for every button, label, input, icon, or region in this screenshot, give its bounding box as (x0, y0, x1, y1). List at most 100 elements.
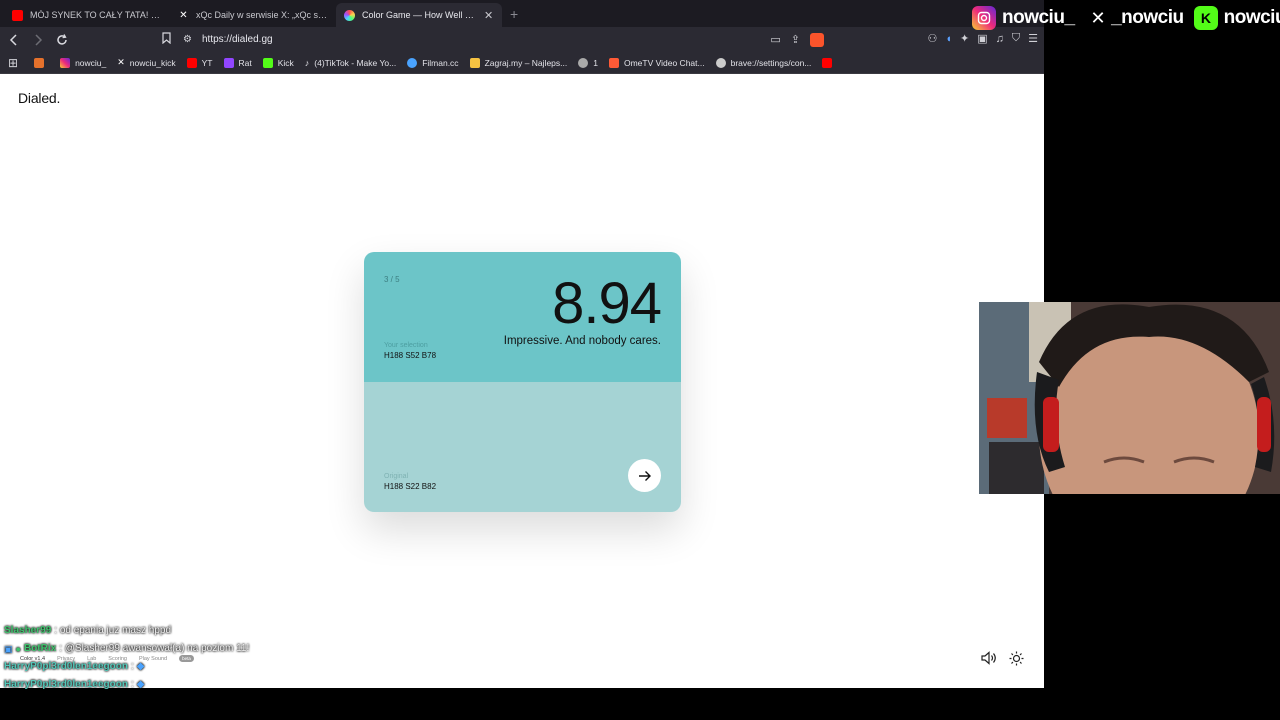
navigation-bar: ⚙ https://dialed.gg ▭ ⇪ ⚇ ◖ ✦ ▣ ♫ ⛉ ☰ (0, 27, 1044, 52)
kick-handle: nowciu (1223, 7, 1280, 28)
badge-icon: ● (15, 644, 21, 654)
chat-message: Slasher99 : od epania juz masz hppd (4, 622, 249, 640)
chat-message: HarryP0pl3rd0len1eegoon : ◆ (4, 658, 249, 676)
globe-icon (715, 57, 726, 68)
sidebar-icon[interactable]: ▣ (977, 32, 987, 45)
bookmarks-bar: ⊞ nowciu_ ✕ nowciu_kick YT Rat Kick ♪ (4)T… (0, 52, 1044, 74)
bookmark-youtube[interactable]: YT (186, 57, 213, 68)
share-icon[interactable]: ⇪ (791, 33, 800, 46)
url-text: https://dialed.gg (201, 34, 273, 45)
brave-shields-icon[interactable] (810, 32, 824, 47)
original-swatch: Original H188 S22 B82 (364, 382, 681, 512)
chat-text: : od epania juz masz hppd (54, 625, 172, 636)
x-handle: _nowciu (1111, 7, 1184, 28)
selection-swatch: 3 / 5 8.94 Impressive. And nobody cares.… (364, 252, 681, 382)
stream-chat-overlay: Slasher99 : od epania juz masz hppd ▣ ● … (4, 622, 249, 694)
speaker-icon (981, 651, 996, 665)
bookmark-icon[interactable] (162, 32, 171, 47)
site-settings-icon[interactable]: ⚙ (183, 34, 192, 45)
bookmark-brave-settings[interactable]: brave://settings/con... (715, 57, 811, 68)
page-controls (981, 651, 1024, 669)
bookmark-tiktok[interactable]: ♪ (4)TikTok - Make Yo... (305, 58, 396, 68)
chat-username: HarryP0pl3rd0len1eegoon (4, 679, 128, 690)
browser-window: MÓJ SYNEK TO CAŁY TATA! - YouTube ✕ xQc … (0, 0, 1044, 688)
tab-x[interactable]: ✕ xQc Daily w serwisie X: „xQc shows o (170, 3, 336, 27)
bookmark-favicon-icon (34, 57, 45, 68)
bookmark-filman[interactable]: Filman.cc (407, 57, 459, 68)
score-feedback: Impressive. And nobody cares. (503, 335, 661, 347)
webcam-feed (979, 302, 1280, 494)
selection-value: H188 S52 B78 (384, 351, 437, 360)
bookmark-item[interactable]: 1 (578, 57, 598, 68)
webcam-image (979, 302, 1280, 494)
youtube-favicon-icon (12, 9, 23, 21)
bookmark-item[interactable] (34, 57, 49, 68)
forward-button[interactable] (28, 30, 48, 50)
instagram-icon (972, 6, 996, 30)
bookmark-youtube-2[interactable] (822, 57, 837, 68)
chat-username: Slasher99 (4, 625, 52, 636)
round-counter: 3 / 5 (384, 275, 400, 284)
twitch-icon (223, 57, 234, 68)
chat-username: HarryP0pl3rd0len1eegoon (4, 661, 128, 672)
original-value: H188 S22 B82 (384, 482, 437, 491)
back-arrow-icon (9, 33, 17, 46)
page-content: Dialed. 3 / 5 8.94 Impressive. And nobod… (0, 75, 1044, 688)
ometv-icon (608, 57, 619, 68)
result-card: 3 / 5 8.94 Impressive. And nobody cares.… (364, 252, 681, 512)
apps-grid-icon[interactable]: ⊞ (8, 56, 18, 70)
tab-color-game[interactable]: Color Game — How Well Can Yo ✕ (336, 3, 502, 27)
tab-label: MÓJ SYNEK TO CAŁY TATA! - YouTube (30, 10, 162, 20)
zagraj-icon (469, 57, 480, 68)
emote-icon: ◆ (136, 679, 145, 690)
address-bar[interactable]: ⚙ https://dialed.gg ▭ ⇪ (156, 29, 832, 50)
sun-icon (1009, 651, 1024, 666)
close-tab-icon[interactable]: ✕ (484, 9, 494, 22)
menu-icon[interactable]: ☰ (1028, 32, 1038, 45)
arrow-right-icon (638, 470, 651, 481)
site-logo[interactable]: Dialed. (18, 90, 60, 106)
tab-label: Color Game — How Well Can Yo (362, 10, 477, 20)
bookmark-instagram[interactable]: nowciu_ (60, 57, 106, 68)
theme-toggle-button[interactable] (1009, 651, 1024, 669)
x-favicon-icon: ✕ (179, 9, 188, 21)
globe-icon (578, 57, 589, 68)
vpn-icon[interactable]: ⚇ (927, 32, 937, 45)
instagram-handle: nowciu_ (1002, 7, 1075, 28)
chat-text: : (130, 661, 134, 672)
bookmark-ometv[interactable]: OmeTV Video Chat... (608, 57, 705, 68)
bookmark-kick[interactable]: Kick (262, 57, 294, 68)
tab-label: xQc Daily w serwisie X: „xQc shows o (196, 10, 328, 20)
next-round-button[interactable] (628, 459, 661, 492)
tab-bar: MÓJ SYNEK TO CAŁY TATA! - YouTube ✕ xQc … (0, 0, 1044, 27)
chat-text: : (130, 679, 134, 690)
instagram-icon (60, 57, 71, 68)
cast-icon[interactable]: ▭ (770, 33, 780, 46)
chat-text: : @Slasher99 awansował(a) na poziom 11! (59, 643, 250, 654)
puzzle-extensions-icon[interactable]: ✦ (960, 32, 969, 45)
chat-username: BotRix (23, 643, 57, 654)
youtube-icon (186, 57, 197, 68)
selection-label: Your selection (384, 342, 428, 349)
extensions-toolbar: ⚇ ◖ ✦ ▣ ♫ ⛉ ☰ (927, 32, 1038, 45)
new-tab-button[interactable]: + (502, 6, 526, 27)
back-button[interactable] (4, 30, 24, 50)
emote-icon: ◆ (136, 661, 145, 672)
sound-toggle-button[interactable] (981, 651, 997, 669)
shield-icon[interactable]: ⛉ (1012, 32, 1020, 45)
kick-logo-icon: K (1193, 6, 1218, 30)
color-wheel-favicon-icon (344, 9, 355, 21)
reload-button[interactable] (52, 30, 72, 50)
bookmark-x[interactable]: ✕ nowciu_kick (117, 57, 175, 68)
reload-icon (57, 33, 67, 45)
bookmark-twitch[interactable]: Rat (223, 57, 252, 68)
music-note-icon[interactable]: ♫ (996, 33, 1004, 45)
forward-arrow-icon (35, 33, 43, 46)
tab-youtube[interactable]: MÓJ SYNEK TO CAŁY TATA! - YouTube (4, 3, 170, 27)
x-icon: ✕ (117, 57, 125, 67)
chat-message: ▣ ● BotRix : @Slasher99 awansował(a) na … (4, 640, 249, 658)
wallet-icon[interactable]: ◖ (945, 33, 952, 45)
x-logo-icon: ✕ (1090, 7, 1106, 28)
badge-icon: ▣ (4, 644, 13, 654)
bookmark-zagraj[interactable]: Zagraj.my – Najleps... (469, 57, 567, 68)
